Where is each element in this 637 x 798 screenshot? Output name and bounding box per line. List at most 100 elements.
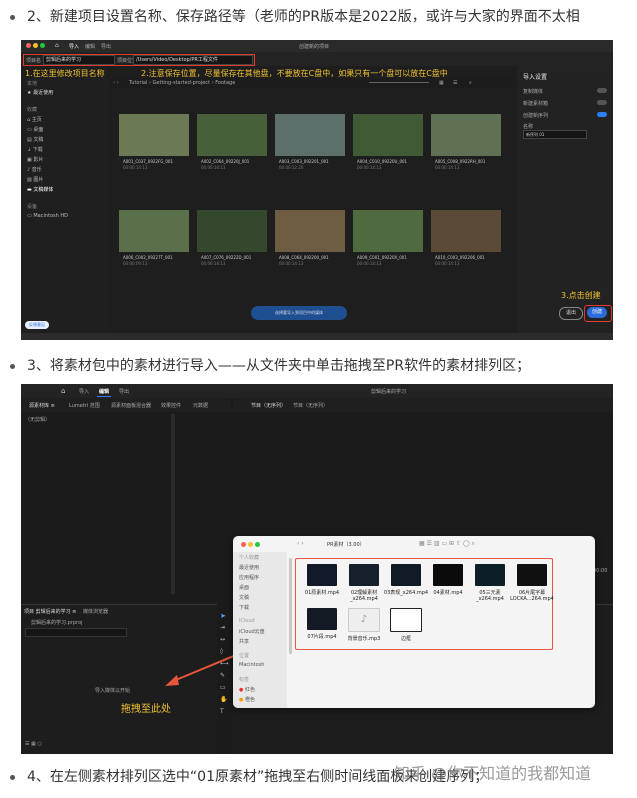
finder-minimize-icon[interactable] [248,542,253,547]
finder-file[interactable]: 02理解素材_x264.mp4 [341,564,387,602]
video-file-icon [307,564,337,586]
finder-file[interactable]: 03表现_x264.mp4 [383,564,429,596]
tab-audio-mixer[interactable]: 源素材面板混合器 [111,402,151,409]
search-icon[interactable]: ⌕ [469,80,472,86]
tab-program-secondary[interactable]: 节目（无序列） [293,402,328,409]
feedback-button[interactable]: 反馈意见 [25,321,49,329]
finder-item-documents[interactable]: 文稿 [239,594,249,601]
finder-maximize-icon[interactable] [255,542,260,547]
tab-program[interactable]: 节目（无序列） [251,402,286,409]
tab-edit[interactable]: 编辑 [85,43,95,50]
finder-tag-orange[interactable]: ● 橙色 [239,696,255,703]
sidebar-item-pictures[interactable]: ▨ 图片 [27,176,43,183]
tab-source[interactable]: 源素材库 ≡ [29,402,55,409]
finder-file[interactable]: 01原素材.mp4 [299,564,345,596]
finder-file[interactable]: 05三元素_x264.mp4 [467,564,513,602]
video-file-icon [517,564,547,586]
media-thumbnail[interactable]: A004_C010_09220U_001 00:00:14:13 [353,114,423,170]
tab-edit[interactable]: 编辑 [99,388,109,395]
list-view-icon[interactable]: ☰ [453,80,457,86]
project-file-label: 剪辑后来的学习.prproj [31,620,83,626]
finder-item-desktop[interactable]: 桌面 [239,584,249,591]
minimize-window-icon[interactable] [33,43,38,48]
finder-item-recent[interactable]: 最近使用 [239,564,259,571]
sidebar-item-documents[interactable]: ▤ 文稿 [27,136,43,143]
finder-item-applications[interactable]: 应用程序 [239,574,259,581]
media-thumbnail[interactable]: A010_C003_092206_001 00:00:14:13 [431,210,501,266]
tab-import[interactable]: 导入 [69,43,79,50]
zoom-slider[interactable] [369,82,429,83]
audio-file-icon: ♪ [348,608,380,632]
step-3-text: 3、将素材包中的素材进行导入——从文件夹中单击拖拽至PR软件的素材排列区； [6,357,530,375]
selection-tool-icon[interactable]: ➤ [220,612,226,620]
finder-file[interactable]: 04素材.mp4 [425,564,471,596]
media-thumbnail[interactable]: A001_C037_0922FG_001 00:00:14:13 [119,114,189,170]
media-thumbnail[interactable]: A006_C002_09227T_001 00:00:09:13 [119,210,189,266]
breadcrumb[interactable]: Tutorial › Getting-started-project › Foo… [129,80,235,86]
finder-tag-red[interactable]: ● 红色 [239,686,255,693]
media-thumbnail[interactable]: A009_C001_09220X_001 00:00:14:13 [353,210,423,266]
tab-effect-controls[interactable]: 效果控件 [161,402,181,409]
media-thumbnail[interactable]: A007_C076_09222D_001 00:00:14:13 [197,210,267,266]
tab-project[interactable]: 项目 剪辑后来的学习 ≡ [24,608,76,615]
media-thumbnail[interactable]: A005_C008_0922RH_001 00:00:14:13 [431,114,501,170]
grid-view-icon[interactable]: ▦ [439,80,444,86]
tab-media-browser[interactable]: 媒体浏览器 [83,608,108,615]
project-search-input[interactable] [25,628,127,637]
source-scrollbar[interactable] [171,414,175,594]
drag-here-annotation: 拖拽至此处 [121,704,171,715]
finder-sidebar: 个人收藏 最近使用 应用程序 桌面 文稿 下载 iCloud iCloud云盘 … [233,552,287,708]
hand-icon[interactable]: ✋ [220,696,227,703]
tab-import[interactable]: 导入 [79,388,89,395]
sidebar-item-music[interactable]: ♪ 音乐 [27,166,42,173]
finder-scrollbar[interactable] [289,558,292,654]
finder-item-shared[interactable]: 共享 [239,638,249,645]
create-button[interactable]: 创建 [587,307,607,318]
tab-export[interactable]: 导出 [101,43,111,50]
finder-view-icon[interactable]: ▦ ☰ ▥ ▭ ⊞ ⇧ ◯ ⌕ [419,540,475,548]
finder-file[interactable]: ♪ 背景音乐.mp3 [341,608,387,642]
pr-workspace-screenshot: ⌂ 导入 编辑 导出 剪辑后来的学习 源素材库 ≡ Lumetri 范围 源素材… [21,384,613,754]
home-icon[interactable]: ⌂ [61,387,65,395]
video-file-icon [349,564,379,586]
project-name-input[interactable]: 剪辑后来的学习 [43,55,115,65]
sidebar-item-folder[interactable]: ▬ 文稿媒体 [27,186,53,193]
sequence-name-input[interactable]: 新序列 01 [523,130,587,139]
tab-metadata[interactable]: 元数据 [193,402,208,409]
sidebar-section-favorites: 收藏 [27,107,38,113]
new-bin-toggle[interactable] [597,100,607,105]
sidebar-item-volume[interactable]: ▭ Macintosh HD [27,213,68,219]
thumbnail-image [431,114,501,156]
finder-item-macintosh[interactable]: Macintosh [239,662,264,668]
home-icon[interactable]: ⌂ [55,42,59,49]
thumbnail-image [353,210,423,252]
create-sequence-toggle[interactable] [597,112,607,117]
sidebar-item-desktop[interactable]: ▭ 桌面 [27,126,43,133]
sidebar-item-recent[interactable]: ★ 最近使用 [27,89,53,96]
maximize-window-icon[interactable] [40,43,45,48]
close-window-icon[interactable] [26,43,31,48]
media-thumbnail[interactable]: A002_C064_09220J_001 00:00:14:13 [197,114,267,170]
list-view-icon[interactable]: ☰ ▦ ○ [25,741,42,747]
tab-lumetri[interactable]: Lumetri 范围 [69,402,100,409]
step-2-label: 2、新建项目设置名称、保存路径等（老师的PR版本是2022版，或许与大家的界面不… [27,9,580,25]
sidebar-item-movies[interactable]: ▣ 影片 [27,156,43,163]
media-thumbnail[interactable]: A008_C064_092200_001 00:00:14:13 [275,210,345,266]
sidebar-item-home[interactable]: ⌂ 主页 [27,116,42,123]
finder-close-icon[interactable] [241,542,246,547]
track-select-icon[interactable]: ⇥ [220,624,225,631]
media-thumbnail[interactable]: A003_C003_092201_001 00:00:12:20 [275,114,345,170]
finder-file[interactable]: 07片段.mp4 [299,608,345,640]
finder-item-icloud-drive[interactable]: iCloud云盘 [239,628,265,635]
exit-button[interactable]: 退出 [559,307,583,320]
copy-media-toggle[interactable] [597,88,607,93]
back-icon[interactable]: ‹ › [113,80,119,86]
project-location-select[interactable]: /Users/Video/Desktop/PR工程文件 [133,55,253,65]
finder-file[interactable]: 06片尾字幕LOCKA...264.mp4 [509,564,555,602]
finder-item-downloads[interactable]: 下载 [239,604,249,611]
finder-file[interactable]: 边框 [383,608,429,642]
tab-export[interactable]: 导出 [119,388,129,395]
type-icon[interactable]: T [220,708,224,715]
finder-back-icon[interactable]: ‹ › [297,540,304,547]
sidebar-item-downloads[interactable]: ↓ 下载 [27,146,43,153]
